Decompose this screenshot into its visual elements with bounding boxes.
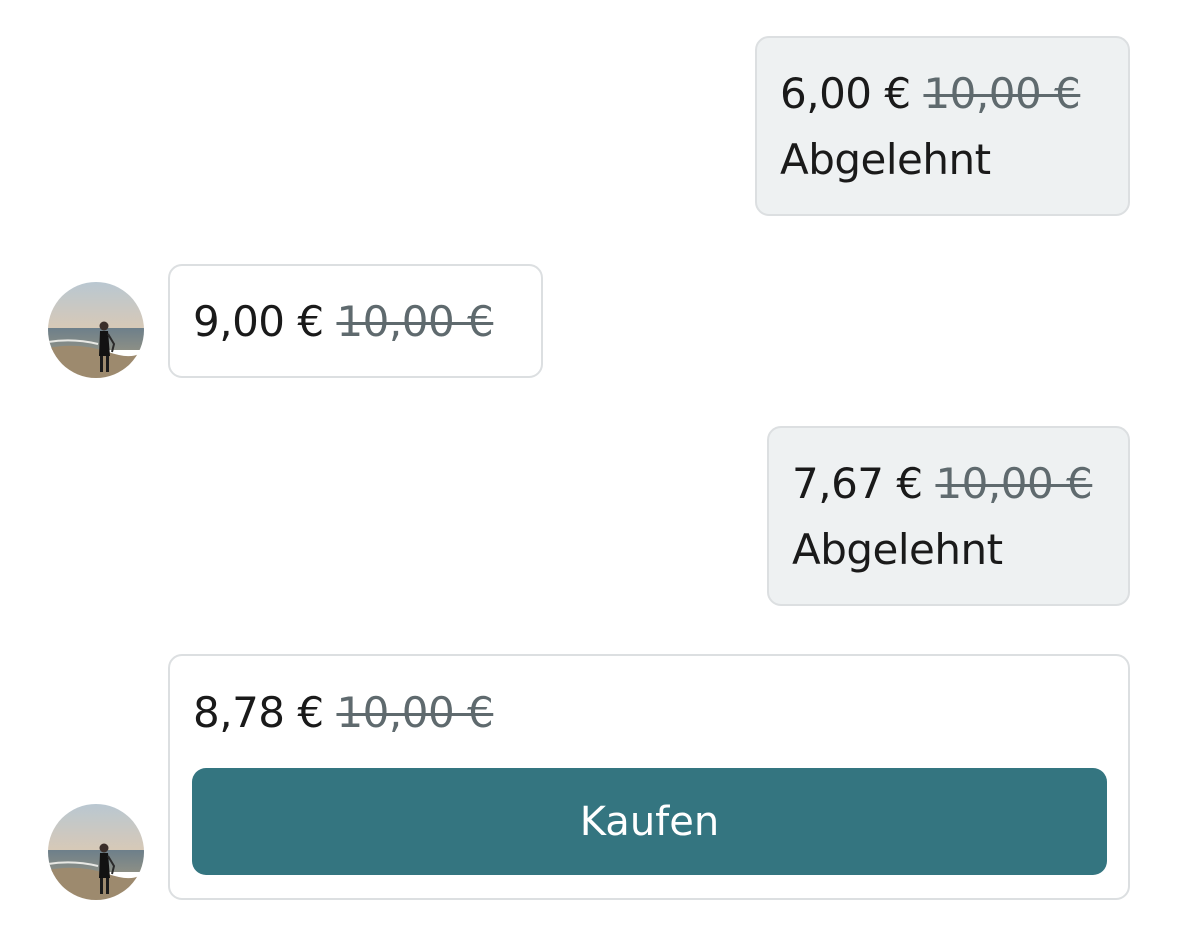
avatar-photo	[48, 804, 144, 900]
offer-status: Abgelehnt	[780, 135, 991, 184]
avatar-photo	[48, 282, 144, 378]
buy-button[interactable]: Kaufen	[192, 768, 1107, 875]
offer-price: 9,00 €	[193, 297, 324, 346]
offer-price-line: 7,67 € 10,00 €	[792, 458, 1093, 510]
seller-avatar[interactable]	[48, 804, 144, 900]
offer-message-incoming: 8,78 € 10,00 € Kaufen	[168, 654, 1130, 900]
offer-price: 7,67 €	[792, 459, 923, 508]
offer-price: 6,00 €	[780, 69, 911, 118]
offer-message-outgoing: 7,67 € 10,00 € Abgelehnt	[767, 426, 1130, 606]
offer-price-line: 9,00 € 10,00 €	[193, 296, 494, 348]
offer-price-line: 8,78 € 10,00 €	[193, 687, 494, 739]
offer-status: Abgelehnt	[792, 525, 1003, 574]
offer-message-incoming: 9,00 € 10,00 €	[168, 264, 543, 378]
offer-message-outgoing: 6,00 € 10,00 € Abgelehnt	[755, 36, 1130, 216]
offer-price-line: 6,00 € 10,00 €	[780, 68, 1081, 120]
original-price: 10,00 €	[336, 297, 494, 346]
original-price: 10,00 €	[935, 459, 1093, 508]
original-price: 10,00 €	[336, 688, 494, 737]
original-price: 10,00 €	[923, 69, 1081, 118]
offer-price: 8,78 €	[193, 688, 324, 737]
seller-avatar[interactable]	[48, 282, 144, 378]
